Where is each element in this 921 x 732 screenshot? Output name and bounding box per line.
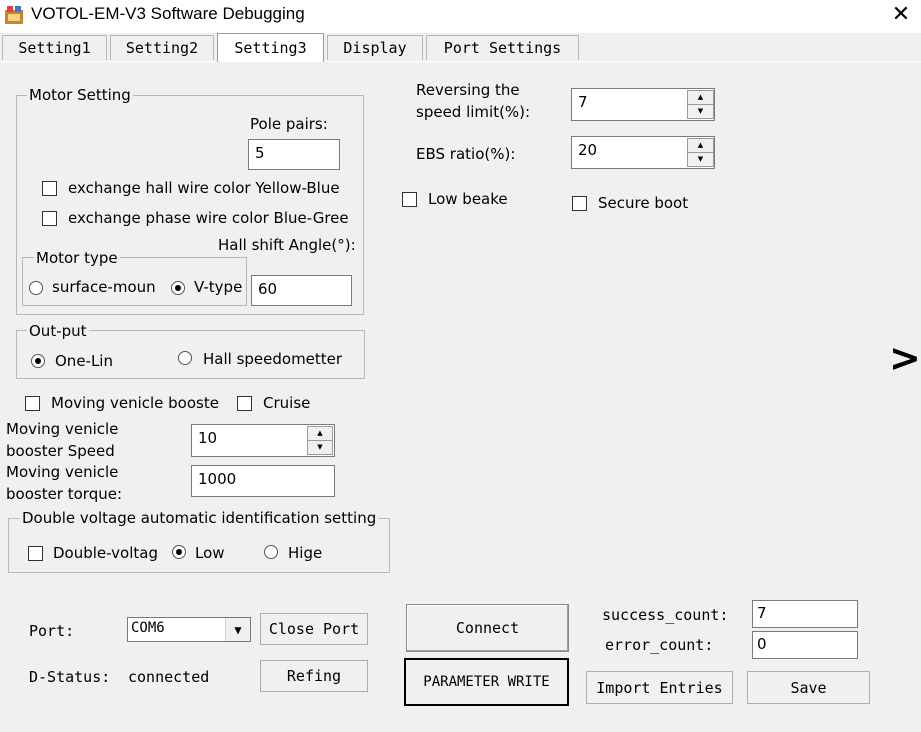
error-count-label: error_count: [605,636,714,654]
booster-speed-spinner[interactable]: ▲ ▼ [307,426,333,455]
success-count-label: success_count: [602,606,729,624]
success-count-input[interactable]: 7 [752,600,858,628]
spin-up-icon[interactable]: ▲ [308,427,332,441]
spin-down-icon[interactable]: ▼ [688,105,713,119]
motor-setting-legend: Motor Setting [27,86,133,104]
port-select[interactable]: COM6 ▼ [127,617,251,642]
dstatus-value: connected [128,668,210,686]
exchange-hall-label: exchange hall wire color Yellow-Blue [68,179,340,197]
spin-up-icon[interactable]: ▲ [688,139,713,153]
reversing-label-line2: speed limit(%): [416,103,531,121]
reversing-label-line1: Reversing the [416,81,520,99]
hige-label: Hige [288,544,323,562]
hall-shift-label: Hall shift Angle(°): [218,236,356,254]
hall-speedometer-label: Hall speedometter [203,350,343,368]
close-port-button[interactable]: Close Port [260,613,368,645]
app-icon [3,4,25,26]
connect-button[interactable]: Connect [406,604,569,652]
low-label: Low [195,544,225,562]
reversing-spinner[interactable]: ▲ ▼ [687,90,714,119]
moving-vehicle-booster-checkbox[interactable] [25,396,40,411]
chevron-down-icon[interactable]: ▼ [225,618,250,641]
save-button[interactable]: Save [747,671,870,704]
exchange-phase-checkbox[interactable] [42,211,57,226]
low-beake-label: Low beake [428,190,508,208]
dstatus-label: D-Status: [29,668,111,686]
surface-mount-label: surface-moun [52,278,156,296]
error-count-input[interactable]: 0 [752,631,858,659]
booster-torque-label-line2: booster torque: [6,485,123,503]
hall-shift-input[interactable]: 60 [251,275,352,306]
import-entries-button[interactable]: Import Entries [586,671,733,704]
v-type-radio[interactable] [171,281,185,295]
ebs-ratio-label: EBS ratio(%): [416,145,516,163]
tab-port-settings[interactable]: Port Settings [426,35,579,60]
one-lin-label: One-Lin [55,352,113,370]
surface-mount-radio[interactable] [29,281,43,295]
v-type-label: V-type [194,278,243,296]
port-label: Port: [29,622,75,640]
cruise-label: Cruise [263,394,311,412]
ebs-spinner[interactable]: ▲ ▼ [687,138,714,167]
double-voltage-legend: Double voltage automatic identification … [20,509,379,527]
booster-speed-label-line2: booster Speed [6,442,115,460]
tab-display[interactable]: Display [327,35,423,60]
spin-down-icon[interactable]: ▼ [308,441,332,455]
exchange-phase-label: exchange phase wire color Blue-Gree [68,209,349,227]
tab-setting2[interactable]: Setting2 [110,35,214,60]
motor-type-legend: Motor type [34,249,120,267]
refing-button[interactable]: Refing [260,660,368,692]
spin-up-icon[interactable]: ▲ [688,91,713,105]
window-title: VOTOL-EM-V3 Software Debugging [31,4,305,23]
booster-torque-input[interactable]: 1000 [191,465,335,497]
one-lin-radio[interactable] [31,354,45,368]
double-voltage-label: Double-voltag [53,544,158,562]
secure-boot-label: Secure boot [598,194,689,212]
spin-down-icon[interactable]: ▼ [688,153,713,167]
parameter-write-button[interactable]: PARAMETER WRITE [404,658,569,706]
hall-speedometer-radio[interactable] [178,351,192,365]
pole-pairs-input[interactable]: 5 [248,139,340,170]
cruise-checkbox[interactable] [237,396,252,411]
pole-pairs-label: Pole pairs: [250,115,328,133]
close-icon[interactable]: ✕ [886,0,916,30]
next-arrow-icon[interactable]: > [889,338,921,378]
low-beake-checkbox[interactable] [402,192,417,207]
low-radio[interactable] [172,545,186,559]
exchange-hall-checkbox[interactable] [42,181,57,196]
booster-torque-label-line1: Moving venicle [6,463,119,481]
secure-boot-checkbox[interactable] [572,196,587,211]
moving-vehicle-booster-label: Moving venicle booste [51,394,219,412]
tab-setting3[interactable]: Setting3 [217,33,324,62]
booster-speed-label-line1: Moving venicle [6,420,119,438]
output-legend: Out-put [27,322,89,340]
port-value: COM6 [131,620,165,636]
double-voltage-checkbox[interactable] [28,546,43,561]
hige-radio[interactable] [264,545,278,559]
tab-setting1[interactable]: Setting1 [2,35,107,60]
